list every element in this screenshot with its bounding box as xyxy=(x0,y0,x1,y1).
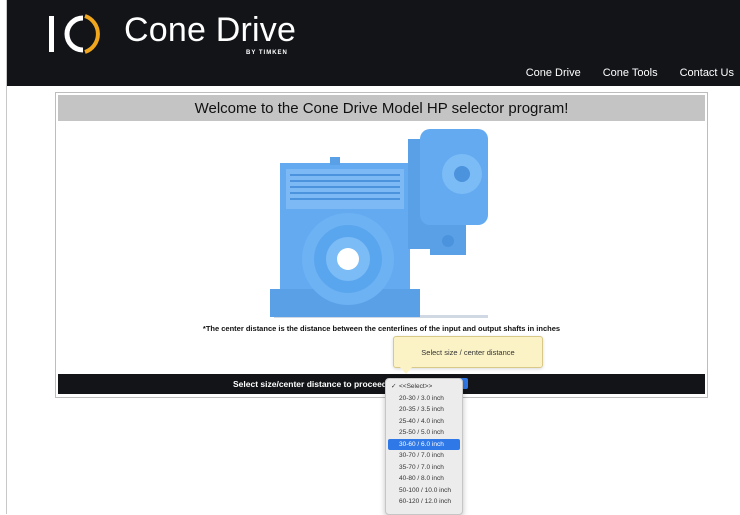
dropdown-option-highlighted[interactable]: 30-60 / 6.0 inch xyxy=(388,438,460,450)
select-bar: Select size/center distance to proceed: xyxy=(58,374,705,394)
dropdown-option[interactable]: 40-80 / 8.0 inch xyxy=(388,473,460,485)
dropdown-option[interactable]: 20-30 / 3.0 inch xyxy=(388,393,460,405)
selector-panel: Welcome to the Cone Drive Model HP selec… xyxy=(55,92,708,398)
cone-drive-logo-icon xyxy=(49,14,100,54)
nav-link-contact-us[interactable]: Contact Us xyxy=(658,67,734,79)
page-title: Welcome to the Cone Drive Model HP selec… xyxy=(58,95,705,121)
brand-subtitle: BY TIMKEN xyxy=(246,50,288,56)
dropdown-option[interactable]: 60-120 / 12.0 inch xyxy=(388,496,460,508)
dropdown-option[interactable]: 25-40 / 4.0 inch xyxy=(388,416,460,428)
dropdown-option[interactable]: 25-50 / 5.0 inch xyxy=(388,427,460,439)
main-nav: Cone Drive Cone Tools Contact Us xyxy=(504,67,734,79)
tooltip: Select size / center distance xyxy=(393,336,543,368)
nav-link-cone-drive[interactable]: Cone Drive xyxy=(504,67,581,79)
dropdown-option[interactable]: 30-70 / 7.0 inch xyxy=(388,450,460,462)
nav-link-cone-tools[interactable]: Cone Tools xyxy=(581,67,658,79)
dropdown-option[interactable]: 20-35 / 3.5 inch xyxy=(388,404,460,416)
dropdown-option[interactable]: ✓ <<Select>> xyxy=(388,381,460,393)
tooltip-arrow xyxy=(399,366,413,374)
size-dropdown-list[interactable]: ✓ <<Select>> 20-30 / 3.0 inch 20-35 / 3.5… xyxy=(385,378,463,515)
dropdown-option[interactable]: 50-100 / 10.0 inch xyxy=(388,485,460,497)
center-distance-note: *The center distance is the distance bet… xyxy=(202,324,561,333)
checkmark-icon: ✓ xyxy=(391,383,397,390)
site-header: Cone Drive BY TIMKEN Cone Drive Cone Too… xyxy=(7,0,740,86)
brand-name: Cone Drive xyxy=(124,11,297,49)
dropdown-option[interactable]: 35-70 / 7.0 inch xyxy=(388,462,460,474)
select-label: Select size/center distance to proceed: xyxy=(233,379,390,389)
gear-reducer-image xyxy=(270,129,488,318)
